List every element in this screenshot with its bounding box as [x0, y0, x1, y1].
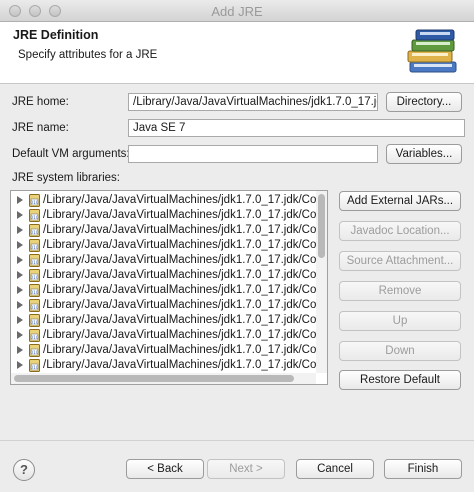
library-books-icon — [407, 29, 457, 73]
svg-text:010: 010 — [31, 365, 39, 370]
dialog-header: JRE Definition Specify attributes for a … — [0, 22, 474, 84]
library-list-item[interactable]: 010/Library/Java/JavaVirtualMachines/jdk… — [11, 283, 326, 298]
svg-text:010: 010 — [31, 320, 39, 325]
jar-file-icon: 010 — [28, 224, 41, 237]
svg-text:010: 010 — [31, 215, 39, 220]
jar-file-icon: 010 — [28, 284, 41, 297]
library-path-text: /Library/Java/JavaVirtualMachines/jdk1.7… — [43, 314, 326, 326]
source-attachment-button[interactable]: Source Attachment... — [339, 251, 461, 271]
library-path-text: /Library/Java/JavaVirtualMachines/jdk1.7… — [43, 329, 326, 341]
jre-name-field[interactable]: Java SE 7 — [128, 119, 465, 137]
library-path-text: /Library/Java/JavaVirtualMachines/jdk1.7… — [43, 254, 326, 266]
expand-arrow-icon[interactable] — [17, 271, 23, 279]
jar-file-icon: 010 — [28, 329, 41, 342]
next-button[interactable]: Next > — [207, 459, 285, 479]
system-libraries-list[interactable]: 010/Library/Java/JavaVirtualMachines/jdk… — [10, 190, 328, 385]
library-list-item[interactable]: 010/Library/Java/JavaVirtualMachines/jdk… — [11, 343, 326, 358]
svg-text:010: 010 — [31, 350, 39, 355]
svg-text:010: 010 — [31, 305, 39, 310]
library-path-text: /Library/Java/JavaVirtualMachines/jdk1.7… — [43, 284, 326, 296]
jar-file-icon: 010 — [28, 269, 41, 282]
library-path-text: /Library/Java/JavaVirtualMachines/jdk1.7… — [43, 224, 326, 236]
down-button[interactable]: Down — [339, 341, 461, 361]
jre-home-label: JRE home: — [12, 96, 69, 108]
library-path-text: /Library/Java/JavaVirtualMachines/jdk1.7… — [43, 299, 326, 311]
restore-default-button[interactable]: Restore Default — [339, 370, 461, 390]
svg-text:010: 010 — [31, 245, 39, 250]
expand-arrow-icon[interactable] — [17, 196, 23, 204]
jar-file-icon: 010 — [28, 209, 41, 222]
svg-text:010: 010 — [31, 290, 39, 295]
expand-arrow-icon[interactable] — [17, 301, 23, 309]
jar-file-icon: 010 — [28, 194, 41, 207]
library-list-item[interactable]: 010/Library/Java/JavaVirtualMachines/jdk… — [11, 313, 326, 328]
svg-text:010: 010 — [31, 335, 39, 340]
jar-file-icon: 010 — [28, 299, 41, 312]
expand-arrow-icon[interactable] — [17, 286, 23, 294]
window-titlebar: Add JRE — [0, 0, 474, 22]
svg-text:010: 010 — [31, 275, 39, 280]
remove-button[interactable]: Remove — [339, 281, 461, 301]
horizontal-scrollbar[interactable] — [11, 373, 316, 384]
library-path-text: /Library/Java/JavaVirtualMachines/jdk1.7… — [43, 344, 326, 356]
help-icon[interactable]: ? — [13, 459, 35, 481]
library-path-text: /Library/Java/JavaVirtualMachines/jdk1.7… — [43, 239, 326, 251]
jar-file-icon: 010 — [28, 254, 41, 267]
vertical-scroll-thumb[interactable] — [318, 194, 325, 258]
vm-arguments-label: Default VM arguments: — [12, 148, 130, 160]
library-list-item[interactable]: 010/Library/Java/JavaVirtualMachines/jdk… — [11, 223, 326, 238]
expand-arrow-icon[interactable] — [17, 211, 23, 219]
window-title: Add JRE — [211, 4, 263, 19]
cancel-button[interactable]: Cancel — [296, 459, 374, 479]
library-list-item[interactable]: 010/Library/Java/JavaVirtualMachines/jdk… — [11, 208, 326, 223]
library-path-text: /Library/Java/JavaVirtualMachines/jdk1.7… — [43, 269, 326, 281]
vertical-scrollbar[interactable] — [316, 191, 327, 373]
system-libraries-label: JRE system libraries: — [12, 172, 120, 184]
jar-file-icon: 010 — [28, 344, 41, 357]
jar-file-icon: 010 — [28, 314, 41, 327]
horizontal-scroll-thumb[interactable] — [14, 375, 294, 382]
directory-button[interactable]: Directory... — [386, 92, 462, 112]
svg-text:010: 010 — [31, 260, 39, 265]
library-list-item[interactable]: 010/Library/Java/JavaVirtualMachines/jdk… — [11, 253, 326, 268]
expand-arrow-icon[interactable] — [17, 256, 23, 264]
expand-arrow-icon[interactable] — [17, 241, 23, 249]
dialog-subtitle: Specify attributes for a JRE — [18, 49, 158, 61]
svg-text:010: 010 — [31, 200, 39, 205]
library-list-item[interactable]: 010/Library/Java/JavaVirtualMachines/jdk… — [11, 238, 326, 253]
library-list-item[interactable]: 010/Library/Java/JavaVirtualMachines/jdk… — [11, 268, 326, 283]
footer-divider — [0, 440, 474, 441]
jar-file-icon: 010 — [28, 239, 41, 252]
back-button[interactable]: < Back — [126, 459, 204, 479]
library-list-item[interactable]: 010/Library/Java/JavaVirtualMachines/jdk… — [11, 358, 326, 373]
svg-text:010: 010 — [31, 230, 39, 235]
finish-button[interactable]: Finish — [384, 459, 462, 479]
up-button[interactable]: Up — [339, 311, 461, 331]
vm-arguments-field[interactable] — [128, 145, 378, 163]
library-path-text: /Library/Java/JavaVirtualMachines/jdk1.7… — [43, 194, 326, 206]
expand-arrow-icon[interactable] — [17, 346, 23, 354]
library-list-item[interactable]: 010/Library/Java/JavaVirtualMachines/jdk… — [11, 328, 326, 343]
expand-arrow-icon[interactable] — [17, 331, 23, 339]
library-list-item[interactable]: 010/Library/Java/JavaVirtualMachines/jdk… — [11, 298, 326, 313]
expand-arrow-icon[interactable] — [17, 316, 23, 324]
jre-home-field[interactable]: /Library/Java/JavaVirtualMachines/jdk1.7… — [128, 93, 378, 111]
dialog-title: JRE Definition — [13, 28, 99, 42]
jar-file-icon: 010 — [28, 359, 41, 372]
library-list-item[interactable]: 010/Library/Java/JavaVirtualMachines/jdk… — [11, 193, 326, 208]
expand-arrow-icon[interactable] — [17, 361, 23, 369]
library-path-text: /Library/Java/JavaVirtualMachines/jdk1.7… — [43, 209, 326, 221]
variables-button[interactable]: Variables... — [386, 144, 462, 164]
javadoc-location-button[interactable]: Javadoc Location... — [339, 221, 461, 241]
jre-name-label: JRE name: — [12, 122, 69, 134]
library-path-text: /Library/Java/JavaVirtualMachines/jdk1.7… — [43, 359, 326, 371]
add-external-jars-button[interactable]: Add External JARs... — [339, 191, 461, 211]
expand-arrow-icon[interactable] — [17, 226, 23, 234]
